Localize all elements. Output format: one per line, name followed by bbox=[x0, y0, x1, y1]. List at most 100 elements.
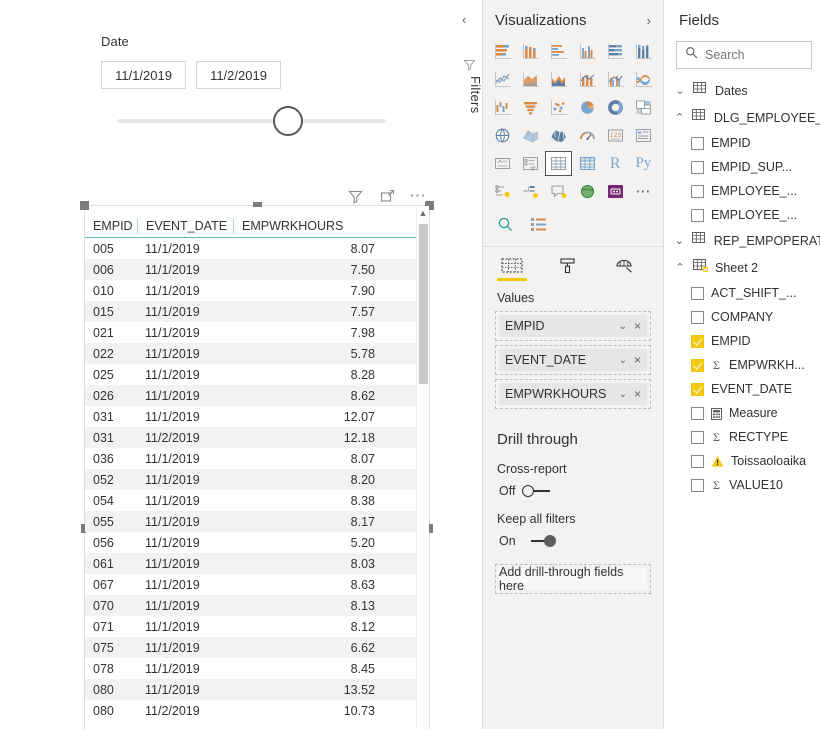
more-options-icon[interactable]: ⋯ bbox=[409, 187, 428, 204]
multi-row-card-icon[interactable] bbox=[630, 123, 657, 148]
collapse-filters-chevron-icon[interactable]: ‹ bbox=[462, 12, 466, 27]
table-row[interactable]: 006 11/1/2019 7.50 bbox=[85, 259, 429, 280]
qna-visual-icon[interactable] bbox=[545, 179, 572, 204]
table-row[interactable]: 056 11/1/2019 5.20 bbox=[85, 532, 429, 553]
remove-field-icon[interactable]: × bbox=[634, 319, 641, 333]
field-item[interactable]: EVENT_DATE bbox=[664, 377, 820, 401]
chevron-down-icon[interactable]: ⌄ bbox=[674, 234, 685, 247]
field-item[interactable]: EMPID_SUP... bbox=[664, 155, 820, 179]
table-row[interactable]: 052 11/1/2019 8.20 bbox=[85, 469, 429, 490]
pie-chart-icon[interactable] bbox=[573, 95, 600, 120]
chevron-up-icon[interactable]: ⌃ bbox=[674, 261, 686, 274]
scatter-chart-icon[interactable] bbox=[545, 95, 572, 120]
r-script-visual-icon[interactable]: R bbox=[602, 151, 629, 176]
field-item[interactable]: EMPID bbox=[664, 131, 820, 155]
field-item[interactable]: Measure bbox=[664, 401, 820, 425]
field-item[interactable]: Σ RECTYPE bbox=[664, 425, 820, 449]
remove-field-icon[interactable]: × bbox=[634, 353, 641, 367]
field-item[interactable]: COMPANY bbox=[664, 305, 820, 329]
field-item[interactable]: ACT_SHIFT_... bbox=[664, 281, 820, 305]
more-visuals-icon[interactable]: ⋯ bbox=[630, 179, 657, 204]
table-row[interactable]: 061 11/1/2019 8.03 bbox=[85, 553, 429, 574]
field-checkbox[interactable] bbox=[691, 334, 704, 348]
table-visual[interactable]: EMPID EVENT_DATE EMPWRKHOURS 005 11/1/201… bbox=[80, 201, 434, 729]
chevron-down-icon[interactable]: ⌄ bbox=[619, 389, 627, 400]
chevron-down-icon[interactable]: ⌄ bbox=[619, 321, 627, 332]
values-well-item[interactable]: EMPWRKHOURS ⌄ × bbox=[495, 379, 651, 409]
decomposition-tree-icon[interactable] bbox=[517, 179, 544, 204]
scrollbar-thumb[interactable] bbox=[419, 224, 428, 384]
stacked-column-chart-icon[interactable] bbox=[517, 39, 544, 64]
table-row[interactable]: 026 11/1/2019 8.62 bbox=[85, 385, 429, 406]
table-row[interactable]: 071 11/1/2019 8.12 bbox=[85, 616, 429, 637]
tab-format[interactable] bbox=[553, 257, 583, 281]
get-more-visuals-icon[interactable] bbox=[530, 216, 547, 238]
field-checkbox[interactable] bbox=[691, 430, 704, 444]
expand-visualizations-chevron-icon[interactable]: › bbox=[647, 13, 651, 28]
field-item[interactable]: Toissaoloaika bbox=[664, 449, 820, 473]
filter-icon[interactable] bbox=[345, 186, 365, 206]
table-row[interactable]: 054 11/1/2019 8.38 bbox=[85, 490, 429, 511]
fields-table-sheet-2[interactable]: ⌃ Sheet 2 bbox=[664, 254, 820, 281]
filled-map-icon[interactable] bbox=[517, 123, 544, 148]
stacked-bar-chart-icon[interactable] bbox=[489, 39, 516, 64]
field-checkbox[interactable] bbox=[691, 406, 704, 420]
table-row[interactable]: 031 11/1/2019 12.07 bbox=[85, 406, 429, 427]
column-header-empid[interactable]: EMPID bbox=[85, 219, 137, 233]
field-checkbox[interactable] bbox=[691, 208, 704, 222]
selection-handle-top-mid[interactable] bbox=[253, 202, 262, 207]
slicer-end-date-input[interactable]: 11/2/2019 bbox=[196, 61, 281, 89]
table-row[interactable]: 022 11/1/2019 5.78 bbox=[85, 343, 429, 364]
100-stacked-bar-chart-icon[interactable] bbox=[602, 39, 629, 64]
table-row[interactable]: 036 11/1/2019 8.07 bbox=[85, 448, 429, 469]
field-checkbox[interactable] bbox=[691, 478, 704, 492]
funnel-chart-icon[interactable] bbox=[517, 95, 544, 120]
table-row[interactable]: 055 11/1/2019 8.17 bbox=[85, 511, 429, 532]
map-icon[interactable] bbox=[489, 123, 516, 148]
field-item[interactable]: EMPLOYEE_... bbox=[664, 203, 820, 227]
table-icon[interactable] bbox=[545, 151, 573, 176]
key-influencers-icon[interactable] bbox=[489, 179, 516, 204]
field-item[interactable]: Σ EMPWRKH... bbox=[664, 353, 820, 377]
arcgis-map-icon[interactable] bbox=[573, 179, 600, 204]
area-chart-icon[interactable] bbox=[517, 67, 544, 92]
stacked-area-chart-icon[interactable] bbox=[545, 67, 572, 92]
focus-mode-icon[interactable] bbox=[377, 186, 397, 206]
field-item[interactable]: EMPID bbox=[664, 329, 820, 353]
table-row[interactable]: 067 11/1/2019 8.63 bbox=[85, 574, 429, 595]
slicer-range-slider[interactable] bbox=[101, 106, 386, 136]
table-row[interactable]: 080 11/2/2019 10.73 bbox=[85, 700, 429, 721]
waterfall-chart-icon[interactable] bbox=[489, 95, 516, 120]
field-checkbox[interactable] bbox=[691, 310, 704, 324]
table-row[interactable]: 025 11/1/2019 8.28 bbox=[85, 364, 429, 385]
python-visual-icon[interactable]: Py bbox=[630, 151, 657, 176]
slicer-icon[interactable] bbox=[517, 151, 544, 176]
gauge-icon[interactable] bbox=[573, 123, 600, 148]
line-and-stacked-column-chart-icon[interactable] bbox=[573, 67, 600, 92]
table-scrollbar[interactable]: ▲ bbox=[416, 206, 429, 729]
field-checkbox[interactable] bbox=[691, 358, 704, 372]
table-row[interactable]: 070 11/1/2019 8.13 bbox=[85, 595, 429, 616]
field-checkbox[interactable] bbox=[691, 160, 704, 174]
table-row[interactable]: 005 11/1/2019 8.07 bbox=[85, 238, 429, 259]
table-row[interactable]: 010 11/1/2019 7.90 bbox=[85, 280, 429, 301]
chevron-down-icon[interactable]: ⌄ bbox=[619, 355, 627, 366]
treemap-icon[interactable] bbox=[630, 95, 657, 120]
field-item[interactable]: EMPLOYEE_... bbox=[664, 179, 820, 203]
field-checkbox[interactable] bbox=[691, 184, 704, 198]
ribbon-chart-icon[interactable] bbox=[630, 67, 657, 92]
table-row[interactable]: 021 11/1/2019 7.98 bbox=[85, 322, 429, 343]
shape-map-icon[interactable] bbox=[545, 123, 572, 148]
donut-chart-icon[interactable] bbox=[602, 95, 629, 120]
keep-all-filters-toggle[interactable] bbox=[523, 534, 557, 548]
selection-handle-top-left[interactable] bbox=[80, 201, 89, 210]
paginated-report-icon[interactable] bbox=[602, 179, 629, 204]
column-header-event-date[interactable]: EVENT_DATE bbox=[137, 219, 233, 233]
slicer-start-date-input[interactable]: 11/1/2019 bbox=[101, 61, 186, 89]
100-stacked-column-chart-icon[interactable] bbox=[630, 39, 657, 64]
drill-through-dropzone[interactable]: Add drill-through fields here bbox=[495, 564, 651, 594]
fields-search-box[interactable]: Search bbox=[676, 41, 812, 69]
chevron-up-icon[interactable]: ⌃ bbox=[674, 111, 685, 124]
kpi-icon[interactable] bbox=[489, 151, 516, 176]
clustered-bar-chart-icon[interactable] bbox=[545, 39, 572, 64]
